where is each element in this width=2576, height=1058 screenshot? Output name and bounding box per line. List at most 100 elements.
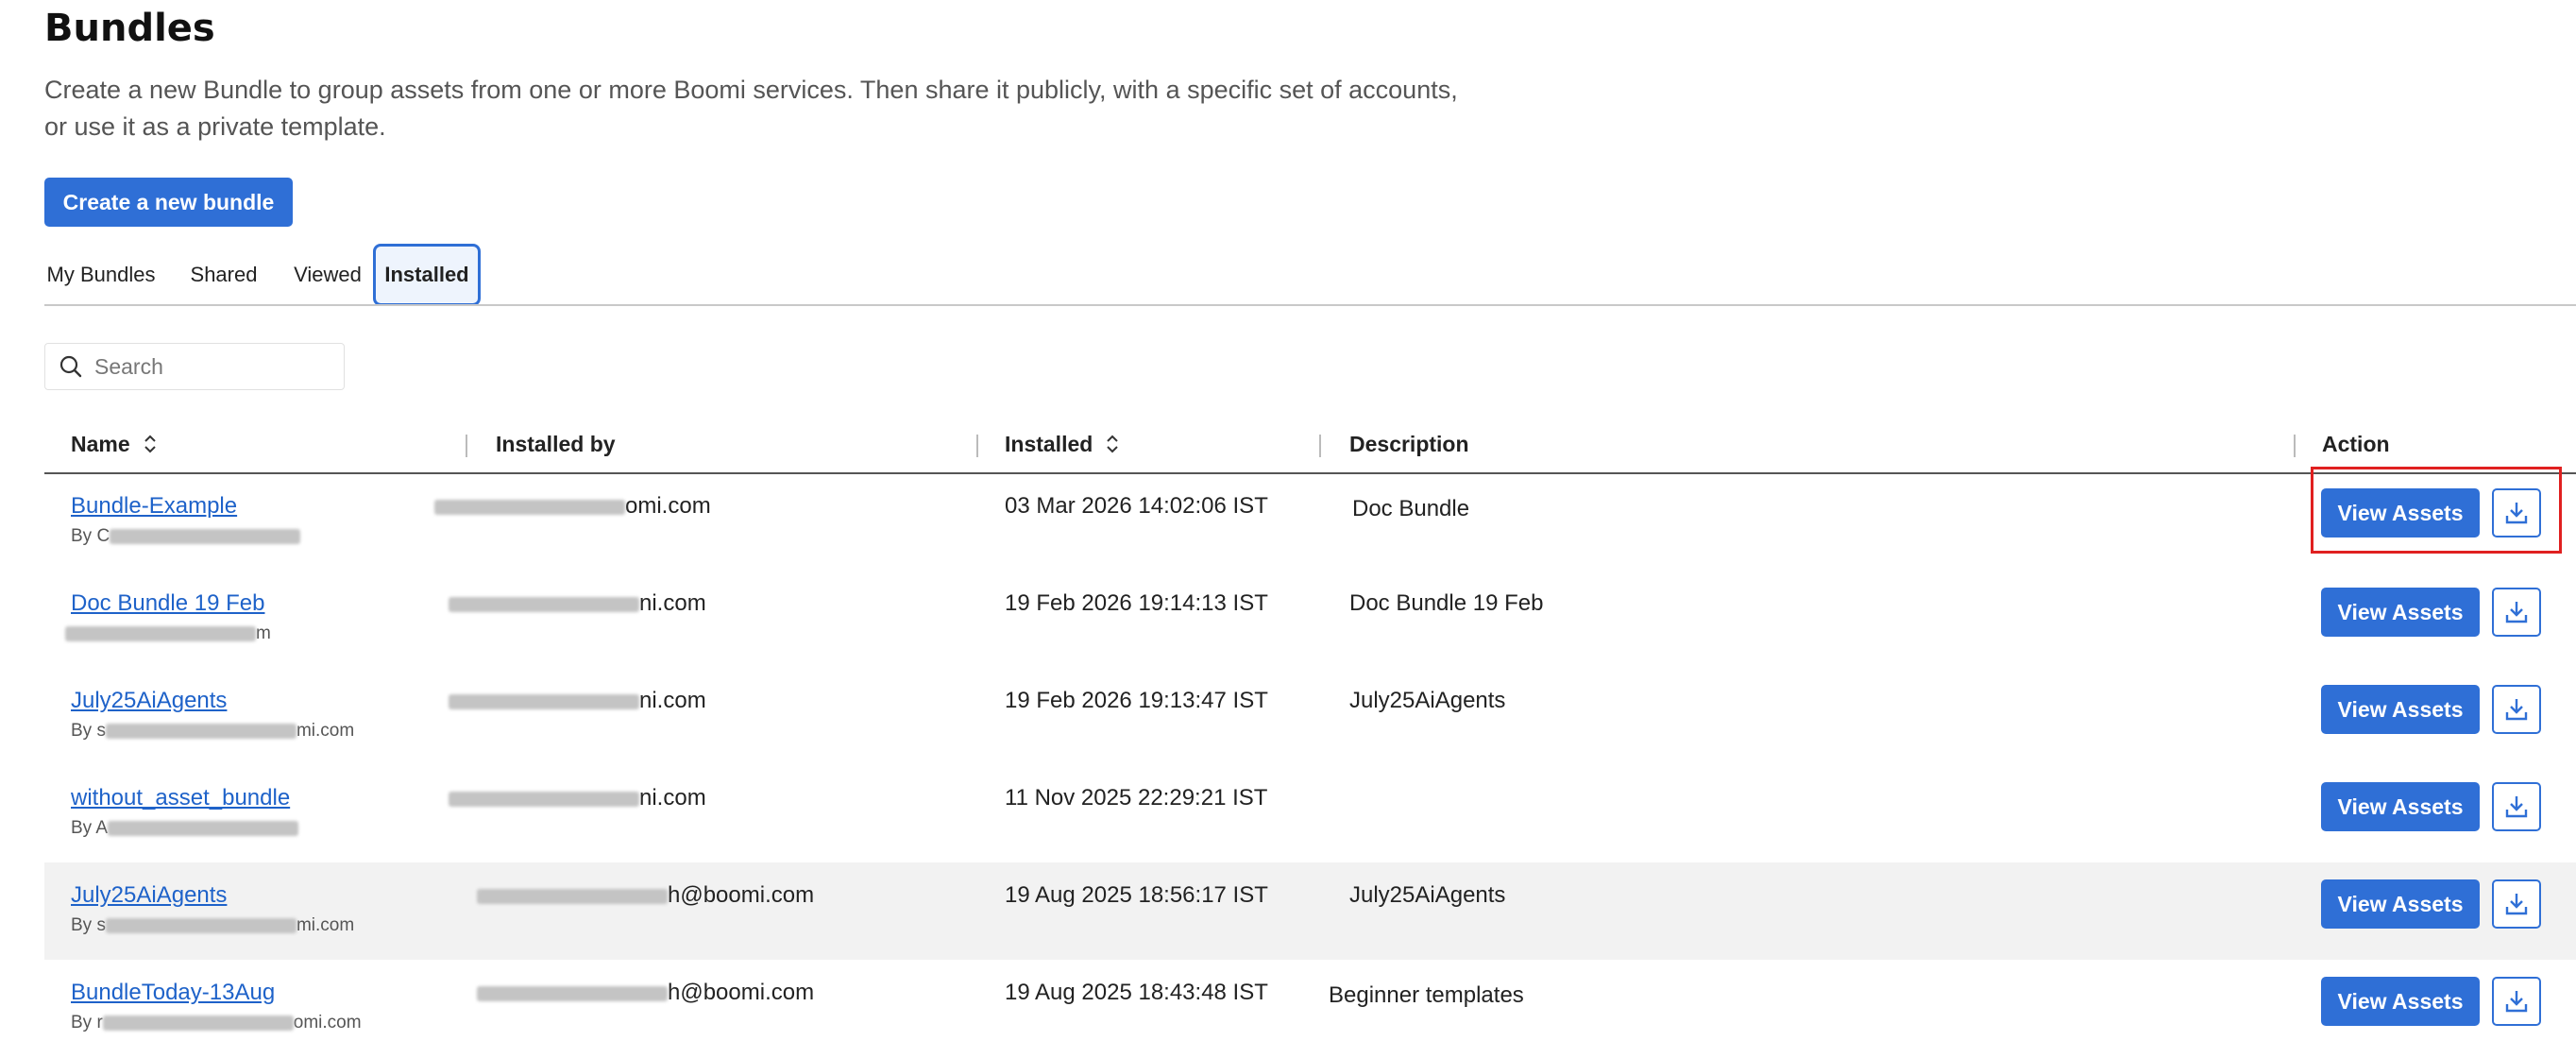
installed-date: 11 Nov 2025 22:29:21 IST	[1005, 785, 1268, 811]
redacted-text	[449, 596, 639, 612]
redacted-text	[449, 693, 639, 709]
bundle-name-link[interactable]: Bundle-Example	[71, 493, 237, 520]
installed-by-suffix: ni.com	[639, 688, 706, 713]
redacted-text	[449, 791, 639, 807]
installed-by-suffix: h@boomi.com	[668, 980, 815, 1005]
table-row: BundleToday-13Aug By r omi.com h@boomi.co…	[44, 960, 2576, 1057]
table-header: Name Installed by Installed Description …	[44, 423, 2576, 474]
download-button[interactable]	[2492, 879, 2541, 929]
bundle-owner-prefix: By r	[71, 1013, 103, 1032]
column-separator	[976, 435, 978, 457]
column-name-label: Name	[71, 431, 130, 456]
installed-by: h@boomi.com	[477, 980, 814, 1006]
bundle-owner: m	[65, 623, 271, 644]
search-input[interactable]	[93, 352, 323, 381]
view-assets-button[interactable]: View Assets	[2321, 588, 2480, 637]
redacted-text	[102, 1015, 294, 1031]
download-icon	[2505, 894, 2528, 915]
redacted-text	[434, 499, 625, 515]
installed-by-suffix: omi.com	[625, 493, 711, 519]
page-title: Bundles	[44, 7, 215, 50]
redacted-text	[477, 888, 668, 904]
column-description: Description	[1349, 423, 1469, 465]
download-icon	[2505, 991, 2528, 1013]
column-description-label: Description	[1349, 431, 1469, 456]
download-icon	[2505, 796, 2528, 818]
view-assets-button[interactable]: View Assets	[2321, 782, 2480, 831]
column-installed-label: Installed	[1005, 431, 1093, 456]
installed-by-suffix: h@boomi.com	[668, 882, 815, 908]
column-action-label: Action	[2322, 431, 2390, 456]
installed-date: 19 Feb 2026 19:14:13 IST	[1005, 590, 1268, 616]
view-assets-button[interactable]: View Assets	[2321, 879, 2480, 929]
bundle-owner: By s mi.com	[71, 915, 354, 936]
tab-installed[interactable]: Installed	[373, 244, 481, 306]
description: Doc Bundle	[1352, 496, 1470, 521]
installed-by: ni.com	[449, 590, 706, 617]
sort-icon[interactable]	[144, 434, 157, 454]
column-installed-by-label: Installed by	[496, 431, 616, 456]
description: July25AiAgents	[1349, 882, 1506, 908]
description: Doc Bundle 19 Feb	[1349, 590, 1544, 616]
table-row: July25AiAgents By s mi.com h@boomi.com 19…	[44, 862, 2576, 960]
download-button[interactable]	[2492, 782, 2541, 831]
redacted-text	[108, 820, 299, 836]
download-icon	[2505, 602, 2528, 623]
download-button[interactable]	[2492, 977, 2541, 1026]
installed-by: omi.com	[434, 493, 711, 520]
column-separator	[2294, 435, 2296, 457]
redacted-text	[65, 625, 256, 641]
intro-line-1: Create a new Bundle to group assets from…	[44, 76, 1458, 104]
download-button[interactable]	[2492, 685, 2541, 734]
bundle-owner-suffix: mi.com	[296, 721, 355, 741]
highlight-annotation	[2311, 467, 2562, 554]
bundle-owner-prefix: By s	[71, 721, 106, 741]
description: Beginner templates	[1329, 982, 1524, 1008]
bundle-owner-suffix: mi.com	[296, 915, 355, 935]
bundle-name-link[interactable]: BundleToday-13Aug	[71, 980, 275, 1006]
redacted-text	[477, 985, 668, 1001]
tab-viewed[interactable]: Viewed	[285, 244, 370, 306]
intro-line-2: or use it as a private template.	[44, 112, 386, 141]
redacted-text	[110, 528, 301, 544]
installed-by-suffix: ni.com	[639, 785, 706, 811]
bundle-owner-prefix: By s	[71, 915, 106, 935]
bundle-name-link[interactable]: July25AiAgents	[71, 882, 227, 909]
bundle-owner: By s mi.com	[71, 721, 354, 742]
bundle-owner: By C	[71, 526, 301, 547]
installed-by: ni.com	[449, 688, 706, 714]
column-installed[interactable]: Installed	[1005, 423, 1119, 465]
bundle-name-link[interactable]: without_asset_bundle	[71, 785, 290, 811]
download-button[interactable]	[2492, 588, 2541, 637]
installed-date: 19 Feb 2026 19:13:47 IST	[1005, 688, 1268, 713]
installed-date: 19 Aug 2025 18:43:48 IST	[1005, 980, 1268, 1005]
tab-my-bundles[interactable]: My Bundles	[44, 244, 158, 306]
bundle-name-link[interactable]: Doc Bundle 19 Feb	[71, 590, 264, 617]
search-icon	[59, 355, 82, 378]
column-action: Action	[2322, 423, 2390, 465]
redacted-text	[105, 917, 297, 933]
column-installed-by: Installed by	[496, 423, 616, 465]
table-row: July25AiAgents By s mi.com ni.com 19 Feb …	[44, 668, 2576, 765]
tab-shared[interactable]: Shared	[177, 244, 271, 306]
sort-icon[interactable]	[1106, 434, 1119, 454]
tabs-divider	[44, 304, 2576, 306]
download-icon	[2505, 699, 2528, 721]
create-bundle-button[interactable]: Create a new bundle	[44, 178, 293, 227]
view-assets-button[interactable]: View Assets	[2321, 977, 2480, 1026]
view-assets-button[interactable]: View Assets	[2321, 685, 2480, 734]
bundle-owner: By r omi.com	[71, 1013, 362, 1033]
bundles-page: Bundles Create a new Bundle to group ass…	[0, 0, 2576, 1058]
bundle-owner-suffix: m	[256, 623, 271, 643]
search-box[interactable]	[44, 343, 345, 390]
redacted-text	[105, 723, 297, 739]
table-row: Bundle-Example By C omi.com 03 Mar 2026 …	[44, 473, 2576, 571]
bundle-name-link[interactable]: July25AiAgents	[71, 688, 227, 714]
bundle-owner-suffix: omi.com	[293, 1013, 362, 1032]
bundle-owner-prefix: By C	[71, 526, 110, 546]
column-name[interactable]: Name	[71, 423, 157, 465]
table-row: Doc Bundle 19 Feb m ni.com 19 Feb 2026 1…	[44, 571, 2576, 668]
table-row: without_asset_bundle By A ni.com 11 Nov …	[44, 765, 2576, 862]
installed-date: 03 Mar 2026 14:02:06 IST	[1005, 493, 1268, 519]
bundle-owner: By A	[71, 818, 299, 839]
